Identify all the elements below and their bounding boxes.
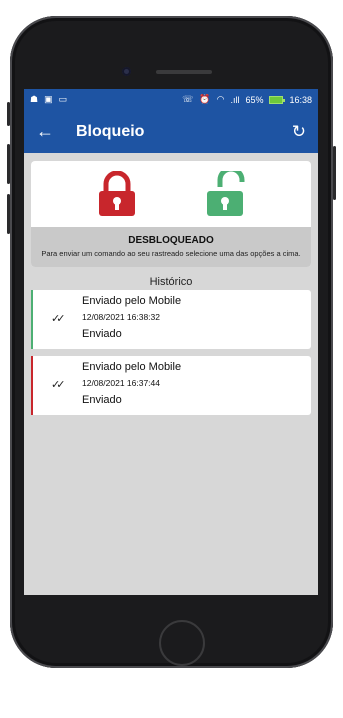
double-check-icon: ✓✓ — [51, 378, 66, 391]
image-icon: ▣ — [44, 94, 53, 104]
wifi-icon: ◠ — [216, 94, 225, 104]
power-button — [333, 146, 336, 200]
volume-up-button — [7, 144, 10, 184]
history-item-date: 12/08/2021 16:38:32 — [82, 311, 160, 322]
history-item-color-bar — [31, 355, 33, 415]
mute-switch — [7, 102, 10, 126]
unlock-icon[interactable] — [204, 171, 246, 217]
back-arrow-icon[interactable]: ← — [36, 121, 62, 142]
page-title: Bloqueio — [76, 122, 145, 140]
history-title: Histórico — [149, 275, 193, 288]
lock-status-title: DESBLOQUEADO — [128, 235, 214, 246]
laptop-icon: ▭ — [58, 94, 68, 104]
app-bar: ← Bloqueio ↻ — [24, 110, 318, 153]
front-camera — [122, 67, 131, 76]
signal-indicator: .ıll — [230, 94, 240, 105]
status-bar: ☗ ▣ ▭ ☏ ⏰ ◠ .ıll 65% 16:38 — [24, 89, 318, 110]
android-icon: ☗ — [30, 94, 39, 104]
history-item-color-bar — [31, 289, 33, 349]
battery-percent: 65% — [245, 94, 264, 105]
call-icon: ☏ — [182, 94, 194, 104]
battery-icon — [269, 95, 286, 104]
refresh-icon[interactable]: ↻ — [292, 122, 306, 142]
home-button[interactable] — [159, 620, 205, 666]
alarm-icon: ⏰ — [199, 94, 211, 104]
volume-down-button — [7, 194, 10, 234]
history-item-status: Enviado — [82, 327, 122, 340]
double-check-icon: ✓✓ — [51, 312, 66, 325]
history-item-title: Enviado pelo Mobile — [82, 360, 182, 373]
lock-status-description: Para enviar um comando ao seu rastreado … — [41, 249, 301, 258]
history-item-status: Enviado — [82, 393, 122, 406]
history-item[interactable]: ✓✓ Enviado pelo Mobile 12/08/2021 16:37:… — [31, 355, 311, 415]
history-item-date: 12/08/2021 16:37:44 — [82, 377, 160, 388]
app-screen: ☗ ▣ ▭ ☏ ⏰ ◠ .ıll 65% 16:38 ← Bloqueio ↻ — [24, 89, 318, 595]
lock-options — [31, 161, 311, 227]
history-item-title: Enviado pelo Mobile — [82, 294, 182, 307]
lock-panel: DESBLOQUEADO Para enviar um comando ao s… — [31, 161, 311, 267]
history-item[interactable]: ✓✓ Enviado pelo Mobile 12/08/2021 16:38:… — [31, 289, 311, 349]
lock-icon[interactable] — [96, 171, 138, 217]
earpiece-speaker — [156, 70, 212, 74]
clock: 16:38 — [289, 94, 312, 105]
main-content: DESBLOQUEADO Para enviar um comando ao s… — [24, 153, 318, 430]
lock-status-box: DESBLOQUEADO Para enviar um comando ao s… — [31, 227, 311, 267]
